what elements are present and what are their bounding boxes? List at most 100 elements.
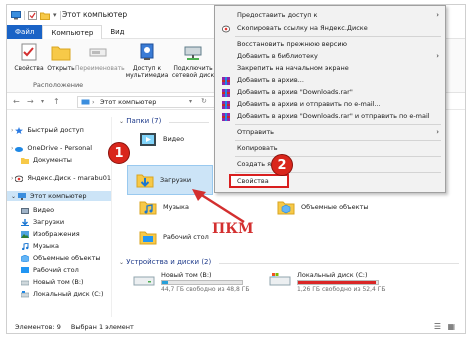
sidebar-item-pictures[interactable]: Изображения <box>21 229 80 239</box>
downloads-folder-icon <box>136 174 154 188</box>
menu-item-add-archive[interactable]: Добавить в архив... <box>215 75 445 86</box>
explorer-window: ▾ Этот компьютер Файл Компьютер Вид Свой… <box>6 4 466 334</box>
drive-usage-fill <box>162 281 169 284</box>
sidebar-item-desktop[interactable]: Рабочий стол <box>21 265 79 275</box>
map-drive-label: Подключить сетевой диск <box>171 65 215 79</box>
open-button[interactable]: Открыть <box>43 43 79 72</box>
drive-free-space: 44,7 ГБ свободно из 48,8 ГБ <box>161 286 250 293</box>
drive-b[interactable]: Новый том (B:) 44,7 ГБ свободно из 48,8 … <box>133 271 250 294</box>
network-drive-icon <box>184 46 202 60</box>
divider <box>59 10 61 20</box>
folder-label: Рабочий стол <box>163 233 209 241</box>
folder-video[interactable]: Видео <box>139 131 184 147</box>
tab-file[interactable]: Файл <box>7 25 43 39</box>
status-selection: Выбран 1 элемент <box>70 323 134 331</box>
chevron-down-icon: ⌄ <box>11 192 17 200</box>
up-arrow-icon[interactable]: ↑ <box>53 97 60 106</box>
sidebar-item-label: Рабочий стол <box>33 266 79 274</box>
yandex-disk-icon <box>15 175 24 182</box>
menu-item-create-shortcut[interactable]: Создать ярлык <box>215 159 445 170</box>
menu-item-share[interactable]: Предоставить доступ к › <box>215 10 445 21</box>
folder-music[interactable]: Музыка <box>139 199 189 215</box>
rename-icon <box>89 48 107 57</box>
sidebar-item-video[interactable]: Видео <box>21 205 54 215</box>
tab-computer[interactable]: Компьютер <box>42 25 103 39</box>
customize-qat-icon[interactable]: ▾ <box>53 11 57 19</box>
sidebar-item-label: Яндекс.Диск - marabu01 <box>27 174 111 182</box>
open-folder-icon <box>51 46 71 61</box>
winrar-icon <box>222 113 230 121</box>
tab-view[interactable]: Вид <box>102 25 132 39</box>
downloads-folder-icon <box>21 218 29 226</box>
address-box[interactable]: › Этот компьютер <box>77 96 237 108</box>
menu-item-archive-rar-email[interactable]: Добавить в архив "Downloads.rar" и отпра… <box>215 111 445 122</box>
map-drive-button[interactable]: Подключить сетевой диск <box>171 43 215 79</box>
menu-separator <box>235 172 441 173</box>
menu-label: Отправить <box>237 128 274 136</box>
computer-icon <box>18 192 27 200</box>
section-divider <box>169 122 209 123</box>
sidebar-item-quick-access[interactable]: › Быстрый доступ <box>11 125 84 135</box>
menu-item-add-to-library[interactable]: Добавить в библиотеку › <box>215 51 445 62</box>
sidebar-item-onedrive[interactable]: › OneDrive - Personal <box>11 143 92 153</box>
folders-section-header[interactable]: ⌄ Папки (7) <box>119 117 161 125</box>
menu-item-yandex-link[interactable]: Скопировать ссылку на Яндекс.Диске <box>215 23 445 34</box>
menu-item-pin-start[interactable]: Закрепить на начальном экране <box>215 63 445 74</box>
forward-arrow-icon[interactable]: → <box>27 97 34 106</box>
menu-item-send-to[interactable]: Отправить › <box>215 127 445 138</box>
sidebar-item-documents[interactable]: Документы <box>21 155 72 165</box>
sidebar-item-label: Изображения <box>33 230 80 238</box>
properties-check-icon[interactable] <box>28 10 37 20</box>
tiles-view-icon[interactable]: ▦ <box>447 321 455 333</box>
refresh-icon[interactable]: ↻ <box>201 97 207 105</box>
details-view-icon[interactable]: ☰ <box>434 321 441 333</box>
video-folder-icon <box>140 133 156 146</box>
pictures-folder-icon <box>21 230 29 238</box>
menu-label: Закрепить на начальном экране <box>237 64 349 72</box>
menu-separator <box>235 36 441 37</box>
folder-icon <box>21 157 29 164</box>
folder-label: Объемные объекты <box>301 203 369 211</box>
drive-icon <box>133 276 155 286</box>
menu-item-add-archive-rar[interactable]: Добавить в архив "Downloads.rar" <box>215 87 445 98</box>
rename-button[interactable]: Переименовать <box>75 43 125 72</box>
cloud-icon <box>15 146 24 152</box>
menu-item-copy[interactable]: Копировать <box>215 143 445 154</box>
sidebar-item-downloads[interactable]: Загрузки <box>21 217 64 227</box>
sidebar-item-label: Этот компьютер <box>30 192 87 200</box>
address-dropdown-icon[interactable]: ▾ <box>189 98 192 105</box>
navigation-pane: › Быстрый доступ › OneDrive - Personal Д… <box>7 117 111 317</box>
folders-header-label: Папки (7) <box>126 117 162 125</box>
video-folder-icon <box>21 207 29 214</box>
menu-item-archive-email[interactable]: Добавить в архив и отправить по e-mail..… <box>215 99 445 110</box>
sidebar-item-drive-c[interactable]: Локальный диск (C:) <box>21 289 104 299</box>
properties-label: Свойства <box>14 65 44 72</box>
media-access-button[interactable]: Доступ к мультимедиа <box>125 43 169 79</box>
3d-objects-icon <box>21 254 29 262</box>
menu-separator <box>235 156 441 157</box>
context-menu: Предоставить доступ к › Скопировать ссылк… <box>214 5 446 193</box>
chevron-right-icon: › <box>11 144 14 152</box>
menu-item-properties[interactable]: Свойства <box>229 174 289 188</box>
properties-button[interactable]: Свойства <box>11 43 47 72</box>
back-arrow-icon[interactable]: ← <box>13 97 20 106</box>
new-folder-icon[interactable] <box>40 11 50 20</box>
sidebar-item-label: Музыка <box>33 242 59 250</box>
drive-c[interactable]: Локальный диск (C:) 1,26 ГБ свободно из … <box>269 271 386 294</box>
sidebar-item-yandex-disk[interactable]: › Яндекс.Диск - marabu01 <box>11 173 111 183</box>
menu-label: Копировать <box>237 144 278 152</box>
sidebar-item-music[interactable]: Музыка <box>21 241 59 251</box>
recent-locations-icon[interactable]: ▾ <box>41 98 44 105</box>
sidebar-item-3d-objects[interactable]: Объемные объекты <box>21 253 101 263</box>
menu-item-restore-version[interactable]: Восстановить прежнюю версию <box>215 39 445 50</box>
folder-desktop[interactable]: Рабочий стол <box>139 229 209 245</box>
chevron-down-icon: ⌄ <box>119 259 125 266</box>
chevron-right-icon: › <box>436 11 439 19</box>
drives-section-header[interactable]: ⌄ Устройства и диски (2) <box>119 258 211 266</box>
computer-icon <box>11 10 21 19</box>
sidebar-item-drive-b[interactable]: Новый том (B:) <box>21 277 84 287</box>
winrar-icon <box>222 101 230 109</box>
sidebar-item-this-pc[interactable]: ⌄ Этот компьютер <box>7 191 111 201</box>
folder-3d-objects[interactable]: Объемные объекты <box>277 199 369 215</box>
sidebar-item-label: Видео <box>33 206 55 214</box>
